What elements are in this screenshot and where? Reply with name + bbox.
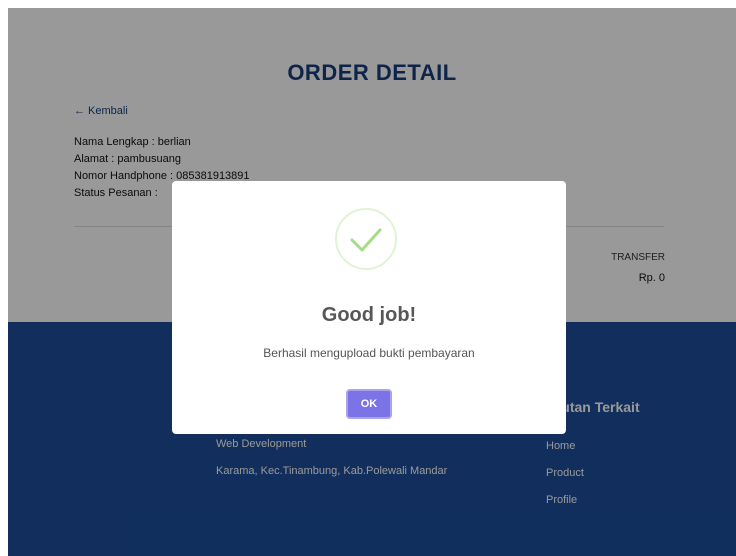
dialog-title: Good job! <box>321 304 417 326</box>
check-mark-icon <box>350 228 382 252</box>
page: ORDER DETAIL ← Kembali Nama Lengkap : be… <box>8 8 736 556</box>
success-check-icon <box>335 208 397 270</box>
ok-button[interactable]: OK <box>346 389 392 419</box>
dialog-message: Berhasil mengupload bukti pembayaran <box>263 346 475 360</box>
success-dialog: Good job! Berhasil mengupload bukti pemb… <box>172 181 566 434</box>
